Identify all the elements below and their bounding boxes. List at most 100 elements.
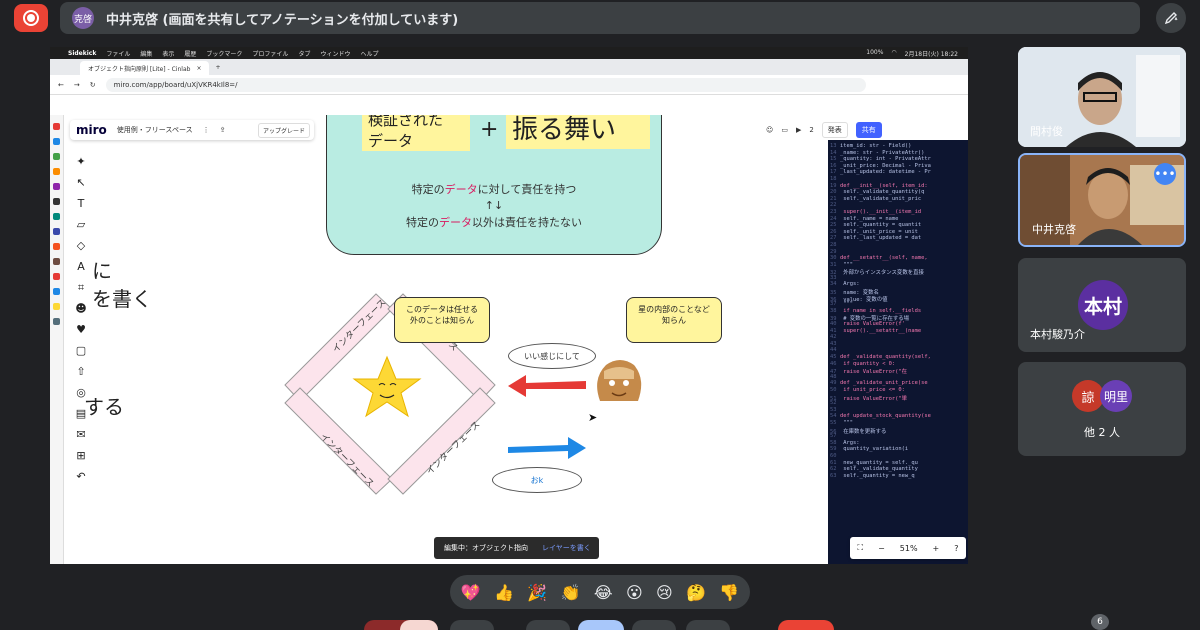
mindmap-icon[interactable]: ◎	[76, 386, 86, 400]
code-editor-panel[interactable]: 13 item_id: str - Field() 14 _name: str - P…	[828, 140, 968, 564]
verified-data-sticky[interactable]: 検証された データ	[362, 115, 470, 151]
new-tab-icon[interactable]: +	[215, 64, 220, 71]
record-icon	[23, 10, 39, 26]
comment-tool-icon[interactable]: ✉	[76, 428, 85, 442]
line-number: 57	[830, 433, 837, 440]
camera-button[interactable]	[450, 620, 494, 630]
text-tool-icon[interactable]: T	[78, 197, 85, 211]
code-text: _name: str - PrivateAttr()	[840, 149, 925, 156]
code-text: Args:	[840, 439, 860, 446]
code-line: 37 """	[830, 301, 968, 308]
participant-avatar-tile[interactable]: 本村 本村駿乃介	[1018, 258, 1186, 352]
fit-screen-icon[interactable]: ⛶	[857, 543, 863, 553]
captions-button[interactable]	[526, 620, 570, 630]
present-now-button[interactable]	[578, 620, 624, 630]
zoom-out-button[interactable]: −	[878, 544, 885, 553]
oval-request[interactable]: いい感じにして	[508, 343, 596, 369]
menubar-item: タブ	[298, 50, 311, 58]
board-name[interactable]: 使用例・フリースペース	[117, 125, 193, 135]
code-line: 58 Args:	[830, 440, 968, 447]
more-controls-button[interactable]	[686, 620, 730, 630]
line-number: 41	[830, 327, 837, 334]
code-text: """	[840, 419, 853, 426]
miro-board-canvas[interactable]: 検証された データ + 振る舞い 特定のデータに対して責任を持つ ↑↓ 特定のデ…	[50, 115, 968, 564]
code-line: 40 raise ValueError(f'	[830, 321, 968, 328]
reactions-icon[interactable]: ☺	[766, 126, 773, 134]
line-number: 14	[830, 149, 837, 156]
participant-name: 中井克啓	[1032, 223, 1076, 236]
url-field[interactable]: miro.com/app/board/uXjVKR4kIl8=/	[105, 77, 866, 92]
doc-icon[interactable]: ▤	[76, 407, 86, 421]
more-options-icon[interactable]: •••	[1154, 163, 1176, 185]
participant-video-tile-active[interactable]: ••• 中井克啓	[1018, 153, 1186, 247]
menubar-item: ウィンドウ	[320, 50, 351, 58]
sparkling-heart-icon[interactable]: 💖	[461, 583, 481, 602]
sticky-note-icon[interactable]: ▱	[77, 218, 85, 232]
thumbs-down-icon[interactable]: 👎	[719, 583, 739, 602]
comment-icon[interactable]: ▭	[781, 126, 788, 134]
upgrade-button[interactable]: アップグレード	[257, 122, 310, 138]
miro-collab-toolbar: ☺ ▭ ▶ 2 発表 共有	[766, 120, 966, 140]
crying-icon[interactable]: 😢	[656, 583, 673, 602]
template-icon[interactable]: ▢	[76, 344, 86, 358]
apps-icon[interactable]: ⊞	[76, 449, 85, 463]
leave-call-button[interactable]	[778, 620, 834, 630]
participant-video-tile[interactable]: 間村俊	[1018, 47, 1186, 147]
help-icon[interactable]: ?	[954, 544, 958, 553]
line-number: 37	[830, 301, 837, 308]
code-line: 39 # 変数の一覧に存在する場	[830, 314, 968, 322]
speech-bubble-right[interactable]: 星の内部のことなど 知らん	[626, 297, 722, 343]
other-participants-tile[interactable]: 諒 明里 他 2 人	[1018, 362, 1186, 456]
zoom-level[interactable]: 51%	[900, 544, 918, 553]
browser-tab[interactable]: オブジェクト指向原則 [Lite] - Cinlab ×	[80, 61, 210, 75]
back-icon[interactable]: ←	[58, 81, 64, 89]
present-button[interactable]: 発表	[821, 122, 848, 138]
recording-indicator-button[interactable]	[14, 4, 48, 32]
undo-icon[interactable]: ↶	[76, 470, 85, 484]
code-line: 28	[830, 242, 968, 249]
pen-tool-icon[interactable]: A	[77, 260, 85, 274]
speech-bubble-left[interactable]: このデータは任せる 外のことは知らん	[394, 297, 490, 343]
laughing-icon[interactable]: 😂	[594, 583, 613, 602]
presentation-banner: 克啓 中井克啓 (画面を共有してアノテーションを付加しています)	[60, 2, 1140, 34]
reactions-bar: 💖 👍 🎉 👏 😂 😮 😢 🤔 👎	[450, 575, 750, 609]
zoom-controls: ⛶ − 51% + ?	[850, 537, 966, 559]
forward-icon[interactable]: →	[74, 81, 80, 89]
clapping-icon[interactable]: 👏	[561, 583, 581, 602]
raise-hand-button[interactable]	[632, 620, 676, 630]
collaborator-count[interactable]: 2	[809, 126, 813, 134]
code-text: self._validate_unit_pric	[840, 195, 922, 202]
menubar-item: 編集	[140, 50, 153, 58]
surprised-icon[interactable]: 😮	[626, 583, 643, 602]
share-export-icon[interactable]: ⇪	[220, 126, 226, 134]
shapes-icon[interactable]: ◇	[77, 239, 85, 253]
line-number: 27	[830, 235, 837, 242]
select-cursor-icon[interactable]: ↖	[76, 176, 85, 190]
close-tab-icon[interactable]: ×	[196, 65, 201, 72]
miro-logo[interactable]: miro	[76, 123, 107, 137]
heart-icon[interactable]: ♥	[76, 323, 86, 337]
party-popper-icon[interactable]: 🎉	[527, 583, 547, 602]
ai-sparkle-icon[interactable]: ✦	[76, 155, 85, 169]
oval-reply[interactable]: おk	[492, 467, 582, 493]
thumbs-up-icon[interactable]: 👍	[494, 583, 514, 602]
upload-icon[interactable]: ⇧	[76, 365, 85, 379]
behavior-sticky[interactable]: 振る舞い	[506, 115, 650, 149]
layer-link[interactable]: レイヤーを書く	[542, 543, 591, 553]
line-number: 61	[830, 459, 837, 466]
miro-share-button[interactable]: 共有	[855, 122, 882, 138]
partial-text: に	[92, 259, 112, 283]
more-icon[interactable]: ⋮	[203, 126, 210, 134]
thinking-icon[interactable]: 🤔	[686, 583, 706, 602]
frame-icon[interactable]: ⌗	[78, 281, 84, 295]
code-line: 63 self._quantity = new_q	[830, 473, 968, 480]
tab-title: オブジェクト指向原則 [Lite] - Cinlab	[88, 65, 191, 73]
zoom-in-button[interactable]: +	[933, 544, 940, 553]
reload-icon[interactable]: ↻	[90, 81, 96, 89]
code-text: def _validate_unit_price(se	[840, 380, 928, 387]
emoji-icon[interactable]: ☻	[75, 302, 86, 316]
code-line: 51 raise ValueError("単	[830, 394, 968, 402]
annotate-button[interactable]	[1156, 3, 1186, 33]
video-icon[interactable]: ▶	[796, 126, 801, 134]
mic-toggle-button[interactable]	[400, 620, 438, 630]
